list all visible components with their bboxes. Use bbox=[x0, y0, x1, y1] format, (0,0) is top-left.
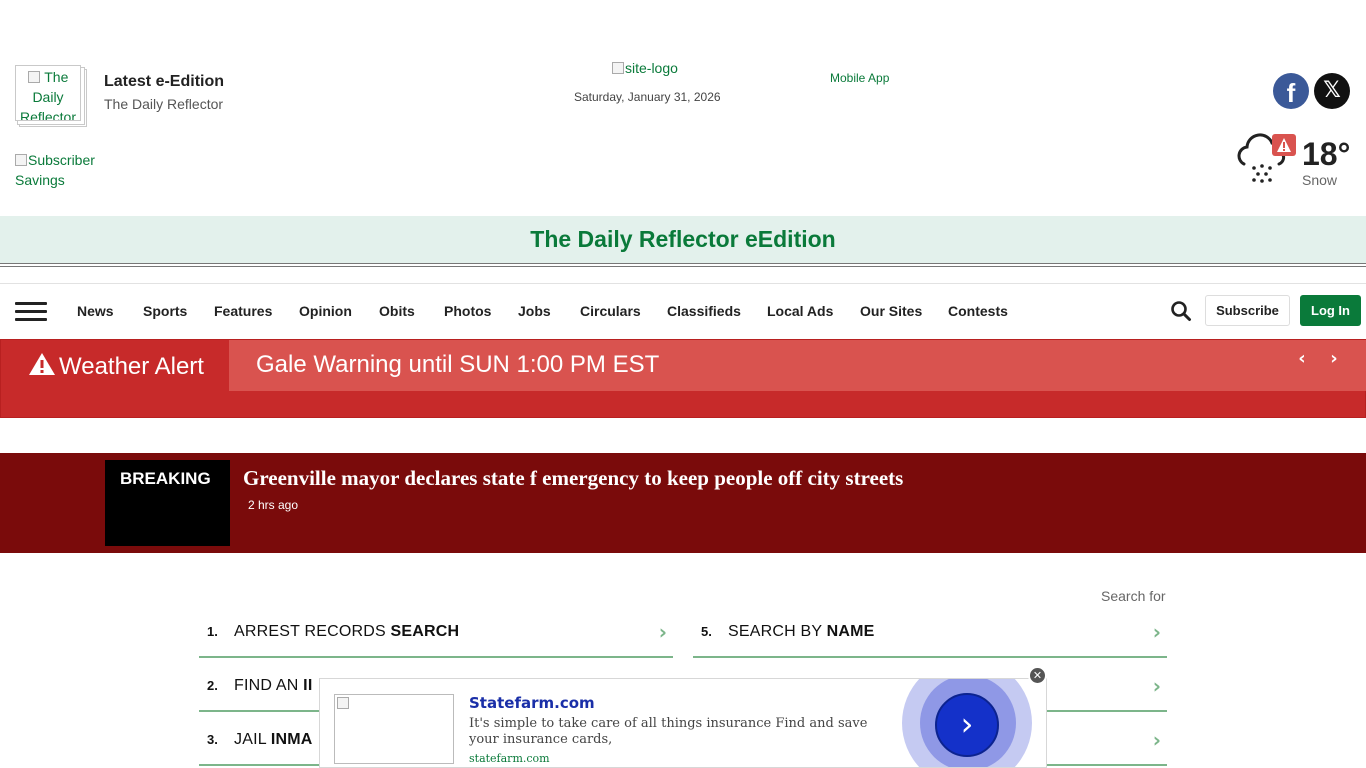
chevron-right-icon: › bbox=[1152, 620, 1161, 644]
eedition-subtitle: The Daily Reflector bbox=[104, 96, 224, 112]
nav-item-local-ads[interactable]: Local Ads bbox=[767, 303, 833, 319]
ad-title[interactable]: Statefarm.com bbox=[469, 694, 595, 712]
breaking-timestamp: 2 hrs ago bbox=[248, 498, 299, 512]
nav-item-features[interactable]: Features bbox=[214, 303, 272, 319]
search-item-number: 5. bbox=[701, 624, 712, 639]
search-icon[interactable] bbox=[1170, 300, 1192, 322]
header-divider bbox=[0, 263, 1366, 267]
weather-alert-label-text: Weather Alert bbox=[59, 353, 204, 380]
ad-url[interactable]: statefarm.com bbox=[469, 752, 550, 765]
nav-item-our-sites[interactable]: Our Sites bbox=[860, 303, 922, 319]
ad-description: It's simple to take care of all things i… bbox=[469, 716, 868, 747]
chevron-right-icon: › bbox=[658, 620, 667, 644]
nav-item-contests[interactable]: Contests bbox=[948, 303, 1008, 319]
main-nav: News Sports Features Opinion Obits Photo… bbox=[0, 283, 1366, 339]
search-item-number: 2. bbox=[207, 678, 218, 693]
login-button[interactable]: Log In bbox=[1300, 295, 1361, 326]
broken-image-icon bbox=[27, 71, 40, 83]
search-item[interactable]: 1. ARREST RECORDS SEARCH › bbox=[199, 604, 673, 658]
warning-triangle-icon bbox=[29, 353, 55, 375]
nav-item-classifieds[interactable]: Classifieds bbox=[667, 303, 741, 319]
chevron-right-icon: › bbox=[1152, 674, 1161, 698]
alert-next-chevron-icon[interactable]: › bbox=[1325, 350, 1343, 368]
nav-item-circulars[interactable]: Circulars bbox=[580, 303, 641, 319]
eedition-cover-image[interactable]: The Daily Reflector bbox=[15, 65, 81, 121]
search-item-number: 3. bbox=[207, 732, 218, 747]
nav-item-obits[interactable]: Obits bbox=[379, 303, 415, 319]
alert-prev-chevron-icon[interactable]: ‹ bbox=[1293, 350, 1311, 368]
current-date: Saturday, January 31, 2026 bbox=[574, 90, 721, 104]
facebook-icon[interactable]: f bbox=[1273, 73, 1309, 109]
search-item-label[interactable]: SEARCH BY NAME bbox=[728, 623, 875, 641]
broken-image-icon bbox=[15, 154, 27, 166]
chevron-right-icon: › bbox=[1152, 728, 1161, 752]
weather-temperature[interactable]: 18° bbox=[1302, 136, 1350, 173]
broken-image-icon bbox=[612, 62, 624, 74]
eedition-title[interactable]: Latest e-Edition bbox=[104, 73, 224, 91]
search-item-number: 1. bbox=[207, 624, 218, 639]
weather-alert-label[interactable]: Weather Alert bbox=[28, 352, 218, 380]
broken-image-icon bbox=[337, 697, 349, 709]
snow-cloud-alert-icon[interactable] bbox=[1234, 126, 1298, 184]
nav-item-sports[interactable]: Sports bbox=[143, 303, 187, 319]
site-logo[interactable]: site-logo bbox=[612, 60, 678, 76]
search-item-label[interactable]: FIND AN II bbox=[234, 677, 312, 695]
nav-item-jobs[interactable]: Jobs bbox=[518, 303, 551, 319]
search-item[interactable]: 5. SEARCH BY NAME › bbox=[693, 604, 1167, 658]
search-item-label[interactable]: ARREST RECORDS SEARCH bbox=[234, 623, 459, 641]
close-icon[interactable]: ✕ bbox=[1028, 666, 1047, 685]
search-for-label: Search for bbox=[1101, 588, 1166, 604]
breaking-headline[interactable]: Greenville mayor declares state f emerge… bbox=[243, 466, 903, 491]
chevron-right-icon[interactable]: › bbox=[935, 693, 999, 757]
weather-alert-message-box[interactable]: Gale Warning until SUN 1:00 PM EST ‹ › bbox=[229, 340, 1366, 391]
breaking-news-bar: BREAKING Greenville mayor declares state… bbox=[0, 453, 1366, 553]
eedition-banner-title[interactable]: The Daily Reflector eEdition bbox=[0, 216, 1366, 262]
ad-cta-area: › bbox=[902, 679, 1032, 767]
eedition-block[interactable]: Latest e-Edition The Daily Reflector bbox=[104, 73, 224, 112]
breaking-tag: BREAKING bbox=[105, 460, 230, 546]
site-header: The Daily Reflector Latest e-Edition The… bbox=[0, 0, 1366, 216]
x-twitter-icon[interactable]: 𝕏 bbox=[1314, 73, 1350, 109]
nav-item-opinion[interactable]: Opinion bbox=[299, 303, 352, 319]
nav-item-photos[interactable]: Photos bbox=[444, 303, 491, 319]
weather-alert-bar: Weather Alert Gale Warning until SUN 1:0… bbox=[0, 339, 1366, 418]
menu-hamburger-icon[interactable] bbox=[15, 302, 47, 322]
nav-item-news[interactable]: News bbox=[77, 303, 114, 319]
weather-alert-message[interactable]: Gale Warning until SUN 1:00 PM EST bbox=[256, 351, 659, 379]
subscribe-button[interactable]: Subscribe bbox=[1205, 295, 1290, 326]
search-item-label[interactable]: JAIL INMA bbox=[234, 731, 313, 749]
eedition-banner[interactable]: The Daily Reflector eEdition bbox=[0, 216, 1366, 263]
eedition-thumbnail[interactable]: The Daily Reflector bbox=[15, 65, 87, 127]
ad-image[interactable] bbox=[334, 694, 454, 764]
weather-condition: Snow bbox=[1302, 172, 1338, 188]
statefarm-ad[interactable]: Statefarm.com It's simple to take care o… bbox=[319, 678, 1047, 768]
subscriber-savings-link[interactable]: Subscriber Savings bbox=[15, 150, 125, 190]
mobile-app-link[interactable]: Mobile App bbox=[830, 71, 889, 85]
site-logo-alt: site-logo bbox=[625, 60, 678, 76]
